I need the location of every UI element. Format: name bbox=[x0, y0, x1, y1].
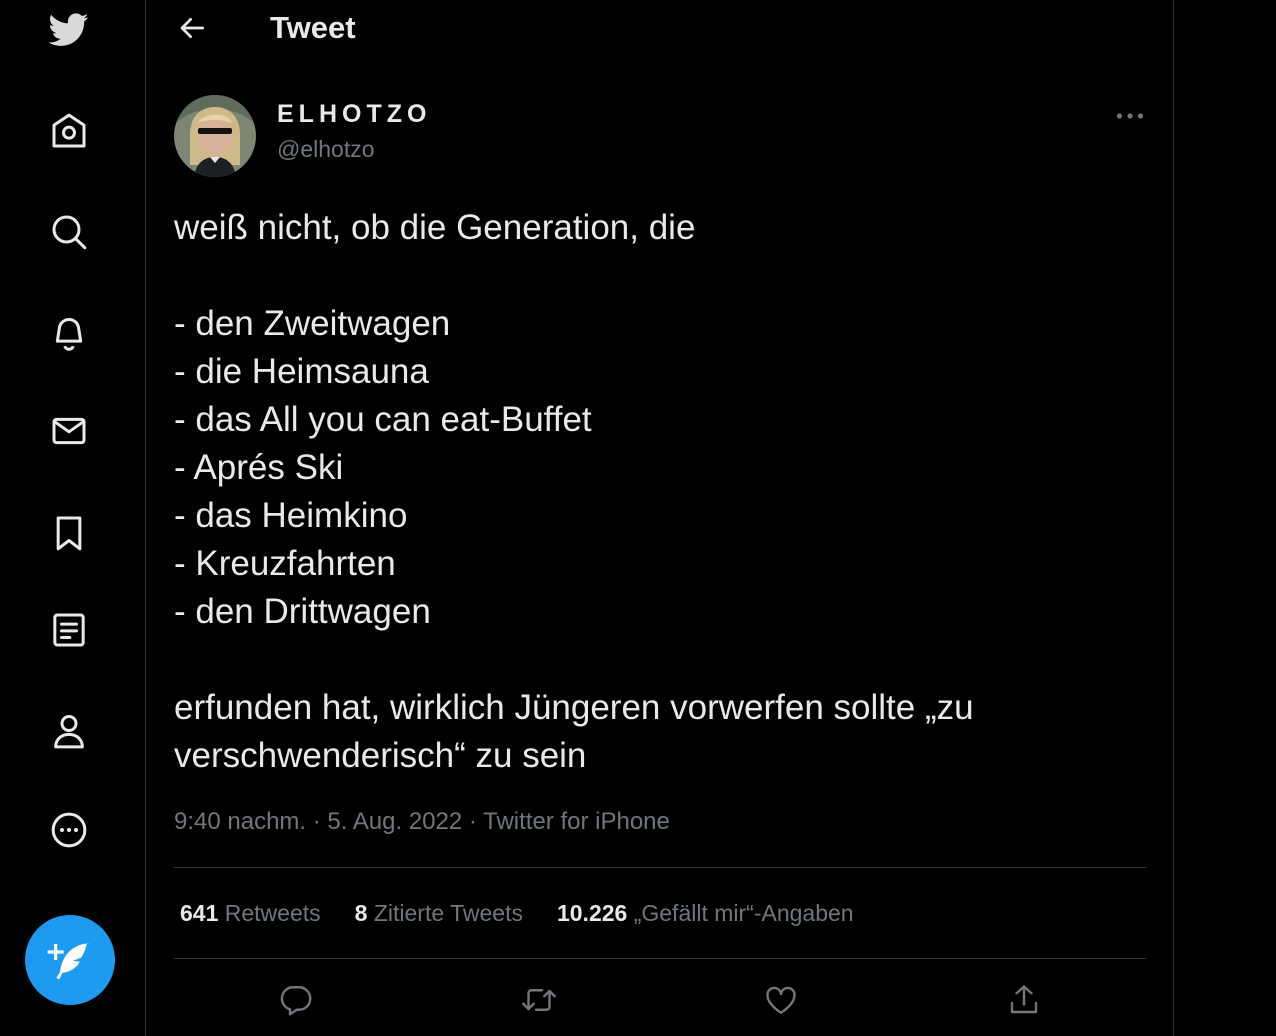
sidebar-nav bbox=[0, 0, 140, 1036]
reply-button[interactable] bbox=[272, 976, 320, 1024]
tweet-line: - den Zweitwagen bbox=[174, 304, 451, 343]
search-icon[interactable] bbox=[40, 203, 98, 261]
tweet-line: - die Heimsauna bbox=[174, 352, 429, 391]
author-handle[interactable]: @elhotzo bbox=[277, 136, 375, 163]
tweet-time[interactable]: 9:40 nachm. bbox=[174, 808, 306, 835]
divider bbox=[174, 867, 1146, 868]
author-name[interactable]: ELHOTZO bbox=[277, 100, 431, 129]
tweet-stats: 641 Retweets 8 Zitierte Tweets 10.226 „G… bbox=[180, 900, 854, 927]
quote-tweets-stat[interactable]: 8 Zitierte Tweets bbox=[355, 900, 523, 927]
compose-tweet-icon bbox=[47, 943, 91, 980]
quote-tweets-label: Zitierte Tweets bbox=[367, 900, 523, 926]
notifications-icon[interactable] bbox=[40, 303, 98, 361]
share-icon bbox=[1010, 985, 1038, 1014]
likes-label: „Gefällt mir“-Angaben bbox=[627, 900, 854, 926]
tweet-line: - das Heimkino bbox=[174, 496, 408, 535]
page-title: Tweet bbox=[270, 10, 356, 45]
tweet-actions bbox=[146, 970, 1173, 1030]
tweet-line: - das All you can eat-Buffet bbox=[174, 400, 592, 439]
tweet-line: - Aprés Ski bbox=[174, 448, 344, 487]
share-button[interactable] bbox=[1000, 976, 1048, 1024]
quote-tweets-count: 8 bbox=[354, 900, 368, 926]
heart-icon bbox=[766, 986, 796, 1014]
bookmarks-icon[interactable] bbox=[40, 504, 98, 562]
more-icon[interactable] bbox=[40, 801, 98, 859]
tweet-metadata: 9:40 nachm. · 5. Aug. 2022 · Twitter for… bbox=[174, 808, 670, 836]
likes-count: 10.226 bbox=[556, 900, 628, 926]
tweet-line: - den Drittwagen bbox=[174, 592, 431, 631]
more-horizontal-icon bbox=[1116, 113, 1144, 119]
tweet-more-button[interactable] bbox=[1104, 98, 1156, 134]
retweet-button[interactable] bbox=[515, 976, 563, 1024]
tweet-line: - Kreuzfahrten bbox=[174, 544, 396, 583]
app: Tweet ELHOTZO @elhotzo weiß nicht, ob di… bbox=[0, 0, 1276, 1036]
meta-separator: · bbox=[462, 808, 484, 835]
tweet-line bbox=[174, 636, 1164, 684]
retweets-count: 641 bbox=[180, 900, 219, 926]
likes-stat[interactable]: 10.226 „Gefällt mir“-Angaben bbox=[557, 900, 854, 927]
column-header: Tweet bbox=[146, 0, 1173, 58]
retweets-stat[interactable]: 641 Retweets bbox=[180, 900, 321, 927]
compose-tweet-button[interactable] bbox=[25, 915, 115, 1005]
lists-icon[interactable] bbox=[40, 601, 98, 659]
tweet-source[interactable]: Twitter for iPhone bbox=[483, 808, 670, 835]
home-icon[interactable] bbox=[40, 102, 98, 160]
twitter-logo-icon[interactable] bbox=[40, 0, 98, 58]
meta-separator: · bbox=[306, 808, 328, 835]
tweet-line: weiß nicht, ob die Generation, die bbox=[174, 208, 696, 247]
reply-icon bbox=[280, 986, 312, 1016]
tweet-line: erfunden hat, wirklich Jüngeren vorwerfe… bbox=[174, 688, 974, 727]
like-button[interactable] bbox=[757, 976, 805, 1024]
tweet-text: weiß nicht, ob die Generation, die - den… bbox=[174, 204, 1164, 780]
tweet-date[interactable]: 5. Aug. 2022 bbox=[327, 808, 462, 835]
divider bbox=[174, 958, 1146, 959]
tweet-line bbox=[174, 252, 1164, 300]
tweet-column: Tweet ELHOTZO @elhotzo weiß nicht, ob di… bbox=[145, 0, 1174, 1036]
messages-icon[interactable] bbox=[40, 402, 98, 460]
back-button[interactable] bbox=[168, 6, 216, 50]
arrow-left-icon bbox=[180, 18, 204, 38]
retweet-icon bbox=[522, 989, 556, 1011]
retweets-label: Retweets bbox=[218, 900, 321, 926]
profile-icon[interactable] bbox=[40, 702, 98, 760]
avatar[interactable] bbox=[174, 95, 256, 177]
avatar-image bbox=[174, 95, 256, 177]
tweet-line: verschwenderisch“ zu sein bbox=[174, 736, 587, 775]
